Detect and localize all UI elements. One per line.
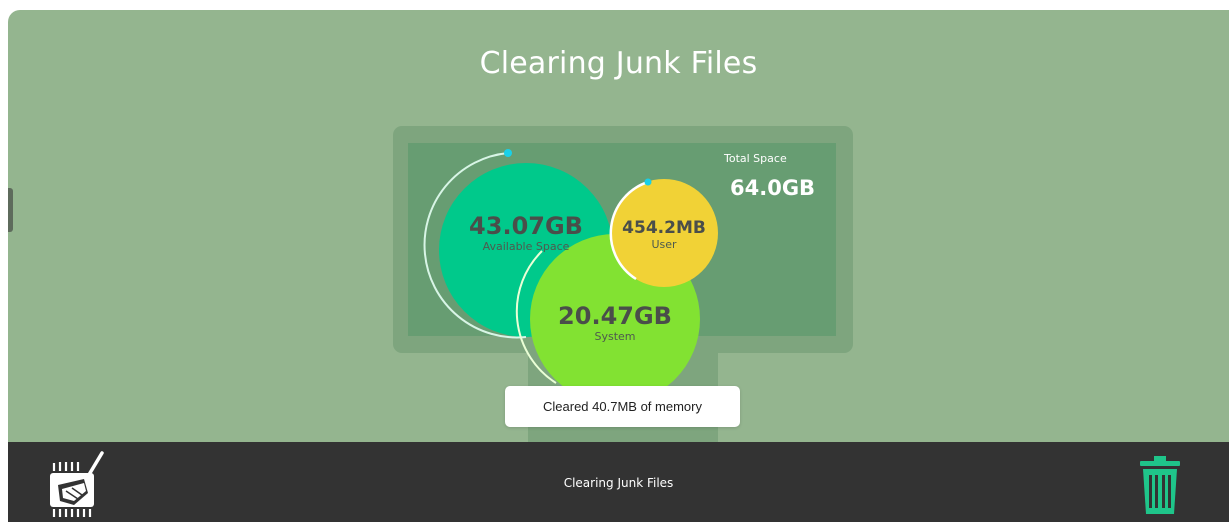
available-space-value: 43.07GB <box>469 212 583 240</box>
available-space-label: Available Space <box>482 240 570 253</box>
system-value: 20.47GB <box>558 302 672 330</box>
available-space-text: 43.07GB Available Space <box>466 212 586 253</box>
system-text: 20.47GB System <box>555 302 675 343</box>
bottom-bar: Clearing Junk Files <box>8 442 1229 522</box>
trash-icon[interactable] <box>1138 454 1182 520</box>
user-value: 454.2MB <box>622 218 706 238</box>
system-label: System <box>594 330 636 343</box>
user-progress-dot <box>644 178 652 186</box>
cleaner-window: Clearing Junk Files Total Space 64.0GB 4… <box>8 10 1229 522</box>
user-label: User <box>651 238 677 251</box>
cleared-toast: Cleared 40.7MB of memory <box>505 386 740 427</box>
bottom-bar-label: Clearing Junk Files <box>563 476 674 490</box>
available-progress-dot <box>504 149 512 157</box>
user-text: 454.2MB User <box>616 218 712 251</box>
